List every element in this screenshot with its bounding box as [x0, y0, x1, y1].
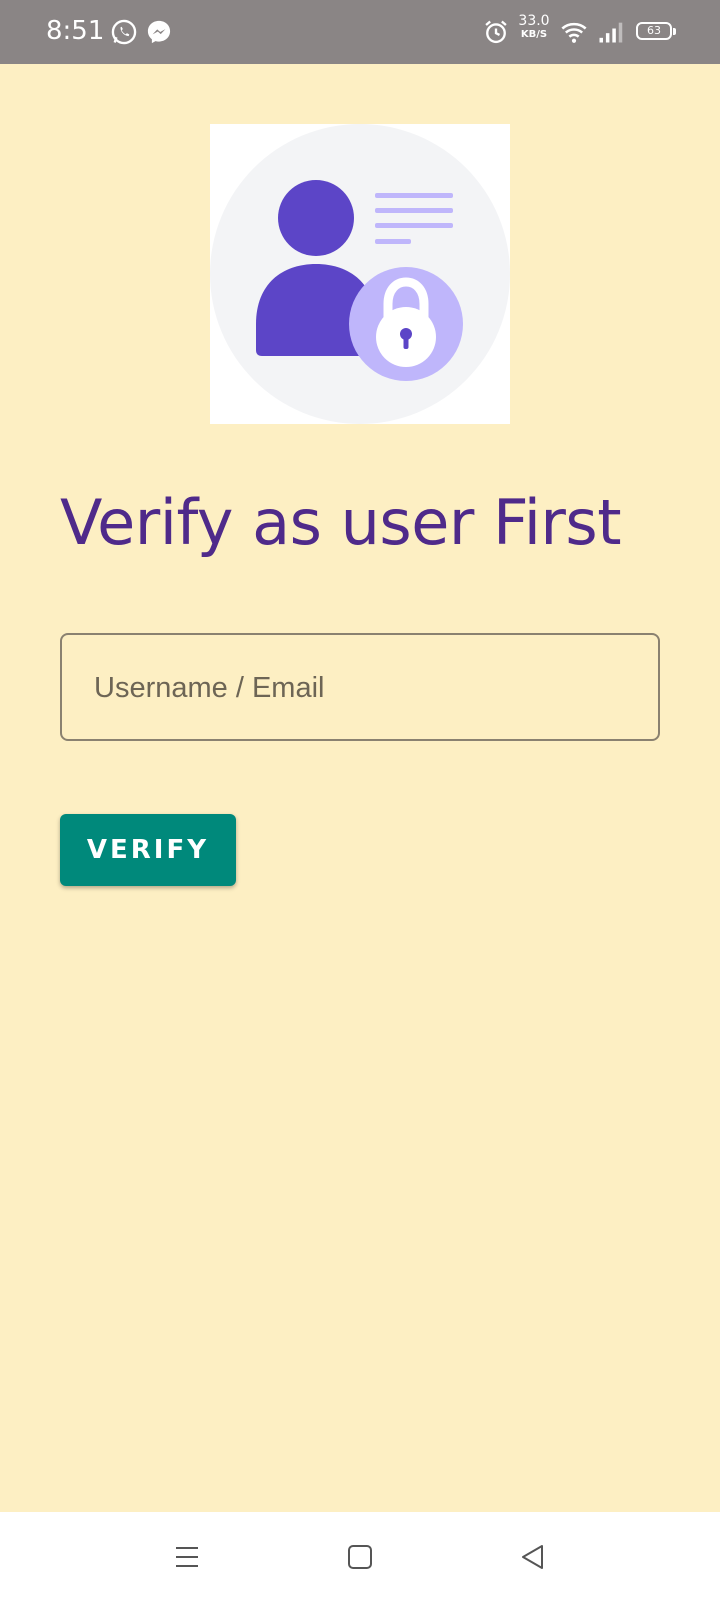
network-speed-unit: KB/S — [520, 29, 548, 40]
status-bar: 8:51 33.0 KB/S 63 — [0, 0, 720, 64]
network-speed-value: 33.0 — [518, 13, 550, 29]
whatsapp-icon — [111, 19, 137, 45]
username-email-field[interactable] — [60, 633, 660, 741]
wifi-icon — [561, 22, 587, 43]
signal-icon — [599, 22, 623, 43]
battery-tip — [673, 28, 676, 35]
username-email-input[interactable] — [92, 635, 636, 741]
status-time: 8:51 — [46, 16, 105, 46]
verify-button[interactable]: VERIFY — [60, 814, 236, 886]
alarm-icon — [485, 20, 507, 44]
back-icon[interactable] — [518, 1542, 548, 1572]
network-speed: 33.0 KB/S — [514, 13, 554, 41]
battery-icon: 63 — [636, 22, 672, 40]
menu-icon[interactable] — [172, 1542, 202, 1572]
messenger-icon — [147, 20, 171, 44]
user-lock-icon — [210, 124, 510, 424]
user-lock-illustration — [210, 124, 510, 424]
home-icon[interactable] — [345, 1542, 375, 1572]
navigation-bar — [0, 1512, 720, 1600]
page-title: Verify as user First — [60, 486, 622, 559]
